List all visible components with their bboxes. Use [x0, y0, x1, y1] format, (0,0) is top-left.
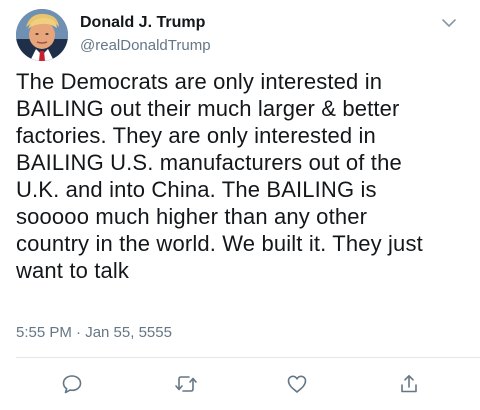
tweet-card: Donald J. Trump @realDonaldTrump The Dem… [0, 0, 480, 410]
tweet-timestamp[interactable]: 5:55 PM · Jan 55, 5555 [16, 324, 172, 341]
like-icon[interactable] [283, 370, 311, 398]
reply-icon[interactable] [58, 370, 86, 398]
profile-photo-icon [16, 9, 68, 61]
chevron-down-icon[interactable] [440, 14, 458, 32]
author-display-name[interactable]: Donald J. Trump [80, 14, 205, 32]
avatar[interactable] [16, 9, 68, 61]
tweet-text: The Democrats are only interested in BAI… [16, 69, 423, 283]
divider [16, 357, 480, 358]
author-handle[interactable]: @realDonaldTrump [80, 37, 211, 54]
retweet-icon[interactable] [172, 370, 200, 398]
share-icon[interactable] [395, 370, 423, 398]
action-bar [0, 370, 480, 398]
